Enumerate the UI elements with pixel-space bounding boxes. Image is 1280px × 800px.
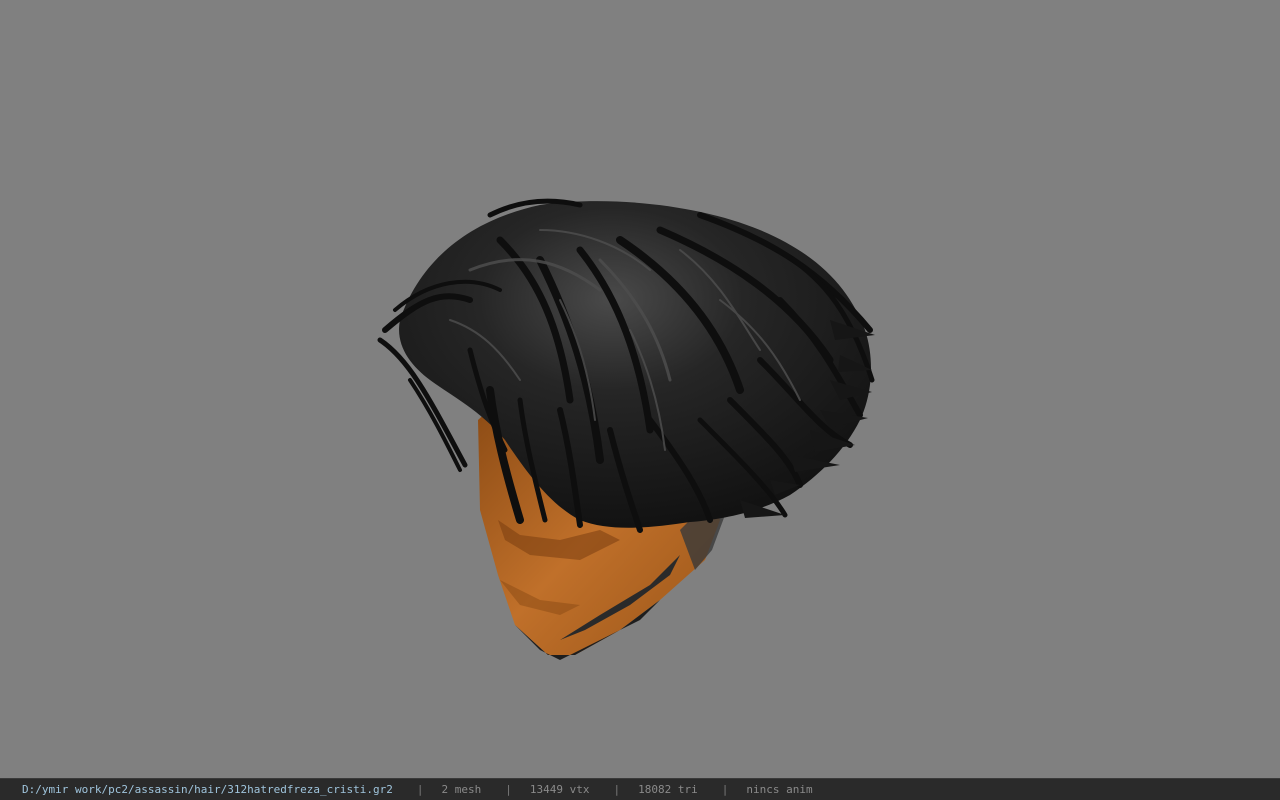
3d-viewport[interactable] [0, 0, 1280, 778]
separator: | [505, 783, 512, 796]
triangle-count: 18082 tri [638, 783, 698, 796]
animation-status: nincs anim [746, 783, 813, 796]
hair-mesh [377, 198, 875, 533]
vertex-count: 13449 vtx [529, 783, 590, 796]
separator: | [721, 783, 729, 796]
separator: | [613, 783, 621, 796]
status-bar: D:/ymir work/pc2/assassin/hair/312hatred… [0, 778, 1280, 800]
mesh-count: 2 mesh [441, 783, 482, 796]
separator: | [416, 783, 424, 796]
hair-model-render [377, 198, 875, 660]
file-path: D:/ymir work/pc2/assassin/hair/312hatred… [22, 783, 393, 796]
